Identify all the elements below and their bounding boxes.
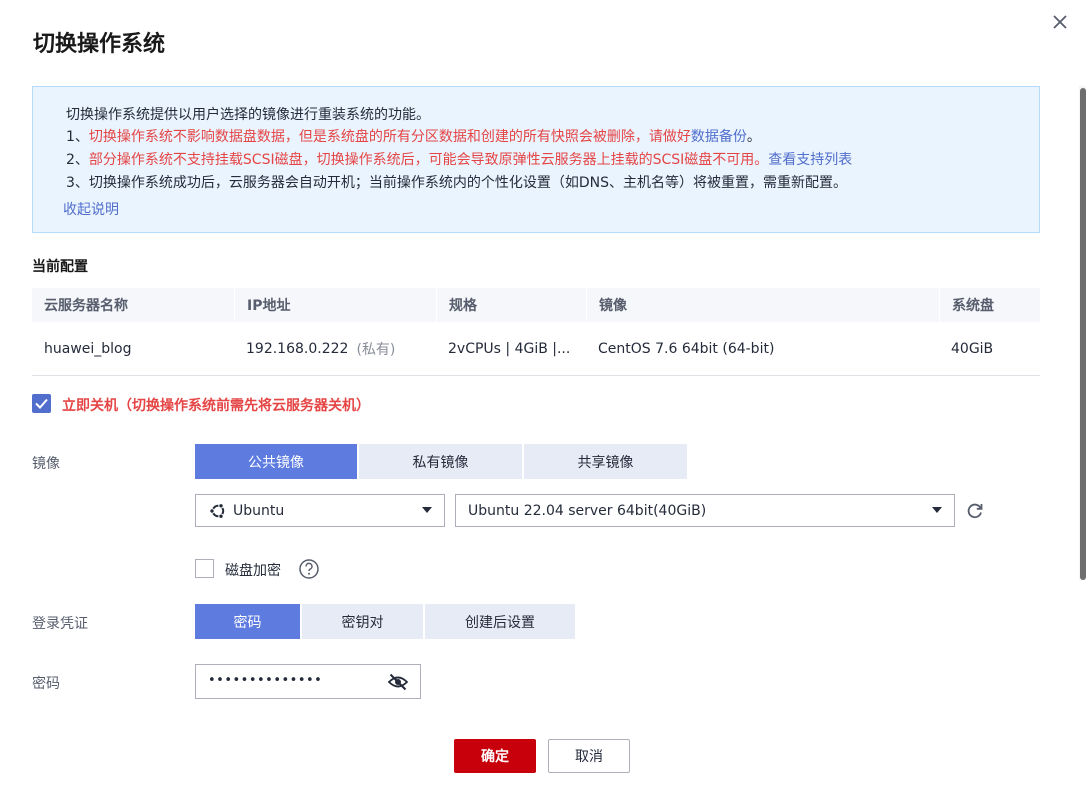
password-value: •••••••••••••• [208, 673, 323, 688]
notice-box: 切换操作系统提供以用户选择的镜像进行重装系统的功能。 1、切换操作系统不影响数据… [32, 86, 1040, 233]
tab-set-after-creation[interactable]: 创建后设置 [425, 604, 575, 639]
support-list-link[interactable]: 查看支持列表 [768, 152, 852, 168]
close-icon[interactable] [1048, 10, 1072, 34]
image-version-select[interactable]: Ubuntu 22.04 server 64bit(40GiB) [455, 494, 955, 527]
cell-spec: 2vCPUs | 4GiB |... [448, 340, 571, 357]
dialog-title: 切换操作系统 [33, 32, 166, 57]
tab-public-image[interactable]: 公共镜像 [195, 444, 357, 479]
notice-intro: 切换操作系统提供以用户选择的镜像进行重装系统的功能。 [66, 107, 430, 123]
notice-line-2: 2、部分操作系统不支持挂载SCSI磁盘，切换操作系统后，可能会导致原弹性云服务器… [66, 149, 852, 169]
cancel-button[interactable]: 取消 [548, 739, 630, 773]
collapse-notice-link[interactable]: 收起说明 [63, 199, 119, 219]
header-ip: IP地址 [234, 288, 436, 322]
ubuntu-logo-icon [209, 502, 225, 519]
current-config-title: 当前配置 [32, 259, 88, 275]
cell-ip: 192.168.0.222 (私有) [234, 322, 436, 375]
notice-line-2-warning: 部分操作系统不支持挂载SCSI磁盘，切换操作系统后，可能会导致原弹性云服务器上挂… [88, 152, 769, 168]
chevron-down-icon [422, 507, 432, 513]
table-header: 云服务器名称 IP地址 规格 镜像 系统盘 [32, 288, 1040, 322]
image-label: 镜像 [32, 456, 60, 472]
notice-line-1-prefix: 1、 [66, 129, 89, 145]
tab-key-pair[interactable]: 密钥对 [302, 604, 423, 639]
image-version-value: Ubuntu 22.04 server 64bit(40GiB) [468, 502, 707, 519]
notice-line-1: 1、切换操作系统不影响数据盘数据，但是系统盘的所有分区数据和创建的所有快照会被删… [66, 126, 761, 146]
os-select-value: Ubuntu [233, 502, 285, 519]
confirm-button[interactable]: 确定 [454, 739, 536, 773]
ip-private-tag: (私有) [356, 341, 396, 358]
tab-password[interactable]: 密码 [195, 604, 300, 639]
password-input[interactable]: •••••••••••••• [195, 664, 421, 699]
data-backup-link[interactable]: 数据备份 [691, 129, 747, 145]
current-config-table: 云服务器名称 IP地址 规格 镜像 系统盘 huawei_blog 192.16… [32, 288, 1040, 376]
question-circle-icon[interactable] [298, 558, 320, 580]
cell-image: CentOS 7.6 64bit (64-bit) [598, 340, 775, 357]
header-image: 镜像 [586, 288, 939, 322]
notice-line-1-warning: 切换操作系统不影响数据盘数据，但是系统盘的所有分区数据和创建的所有快照会被删除，… [88, 129, 691, 145]
os-select[interactable]: Ubuntu [195, 494, 445, 527]
eye-slash-icon[interactable] [387, 672, 409, 692]
header-system-disk: 系统盘 [939, 288, 1040, 322]
cell-system-disk: 40GiB [951, 340, 994, 357]
notice-line-1-suffix: 。 [746, 129, 761, 145]
shutdown-checkbox[interactable] [32, 394, 51, 413]
notice-line-3: 3、切换操作系统成功后，云服务器会自动开机；当前操作系统内的个性化设置（如DNS… [66, 175, 848, 191]
notice-line-2-prefix: 2、 [66, 152, 89, 168]
refresh-icon[interactable] [965, 501, 985, 521]
tab-shared-image[interactable]: 共享镜像 [524, 444, 687, 479]
disk-encryption-checkbox[interactable] [195, 559, 214, 578]
password-label: 密码 [32, 676, 60, 692]
disk-encryption-label: 磁盘加密 [225, 563, 281, 579]
chevron-down-icon [932, 507, 942, 513]
check-icon [35, 398, 48, 409]
shutdown-label: 立即关机（切换操作系统前需先将云服务器关机） [62, 398, 370, 414]
table-row: huawei_blog 192.168.0.222 (私有) 2vCPUs | 4… [32, 322, 1040, 376]
ip-address: 192.168.0.222 [246, 340, 349, 357]
credential-label: 登录凭证 [32, 616, 88, 632]
scrollbar-thumb[interactable] [1080, 88, 1086, 580]
header-spec: 规格 [436, 288, 586, 322]
cell-server-name: huawei_blog [44, 340, 132, 357]
tab-private-image[interactable]: 私有镜像 [359, 444, 522, 479]
header-server-name: 云服务器名称 [44, 298, 128, 314]
